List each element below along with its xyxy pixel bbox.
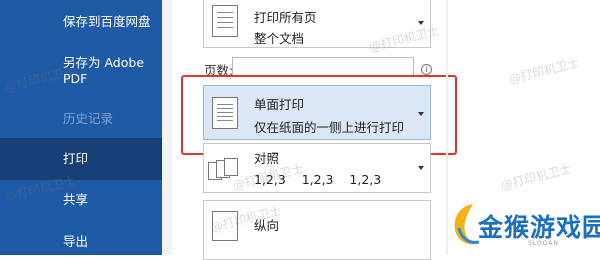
document-pages-icon <box>212 5 238 37</box>
orientation-title: 纵向 <box>254 218 280 233</box>
orientation-dropdown[interactable]: 纵向 <box>203 200 431 260</box>
chevron-down-icon <box>418 21 424 25</box>
print-range-dropdown[interactable]: 打印所有页 整个文档 <box>203 0 431 48</box>
collate-icon <box>208 158 238 180</box>
sidebar-item-label: 保存到百度网盘 <box>63 14 151 29</box>
info-icon[interactable]: i <box>421 64 432 75</box>
sidebar-item-label: 历史记录 <box>63 111 114 126</box>
chevron-down-icon <box>418 166 424 170</box>
sidebar-item-save-to-baidu[interactable]: 保存到百度网盘 <box>0 14 162 30</box>
sidebar-item-label: 导出 <box>63 234 89 249</box>
sidebar-item-print[interactable]: 打印 <box>0 138 162 180</box>
sidebar-item-export[interactable]: 导出 <box>0 234 162 250</box>
sidebar-item-history[interactable]: 历史记录 <box>0 111 162 127</box>
pages-input[interactable] <box>232 57 414 76</box>
sidebar-item-save-as-pdf[interactable]: 另存为 Adobe PDF <box>0 55 162 87</box>
logo-slogan: SLOGAN <box>528 240 559 247</box>
sidebar-item-share[interactable]: 共享 <box>0 192 162 208</box>
collate-title: 对照 <box>254 151 280 166</box>
panel-divider <box>162 0 172 255</box>
print-range-title: 打印所有页 <box>254 10 317 25</box>
collate-dropdown[interactable]: 对照 1,2,3 1,2,3 1,2,3 <box>203 143 431 193</box>
sidebar-item-label: 打印 <box>63 151 89 166</box>
portrait-icon <box>212 211 238 241</box>
sidebar-item-label: 共享 <box>63 192 89 207</box>
collate-subtitle: 1,2,3 1,2,3 1,2,3 <box>254 172 382 187</box>
sidebar-item-label: 另存为 Adobe PDF <box>63 55 145 86</box>
backstage-sidebar: 保存到百度网盘 另存为 Adobe PDF 历史记录 打印 共享 导出 <box>0 0 162 255</box>
print-range-subtitle: 整个文档 <box>254 31 305 46</box>
logo-text: 金猴游戏园 <box>478 213 600 242</box>
